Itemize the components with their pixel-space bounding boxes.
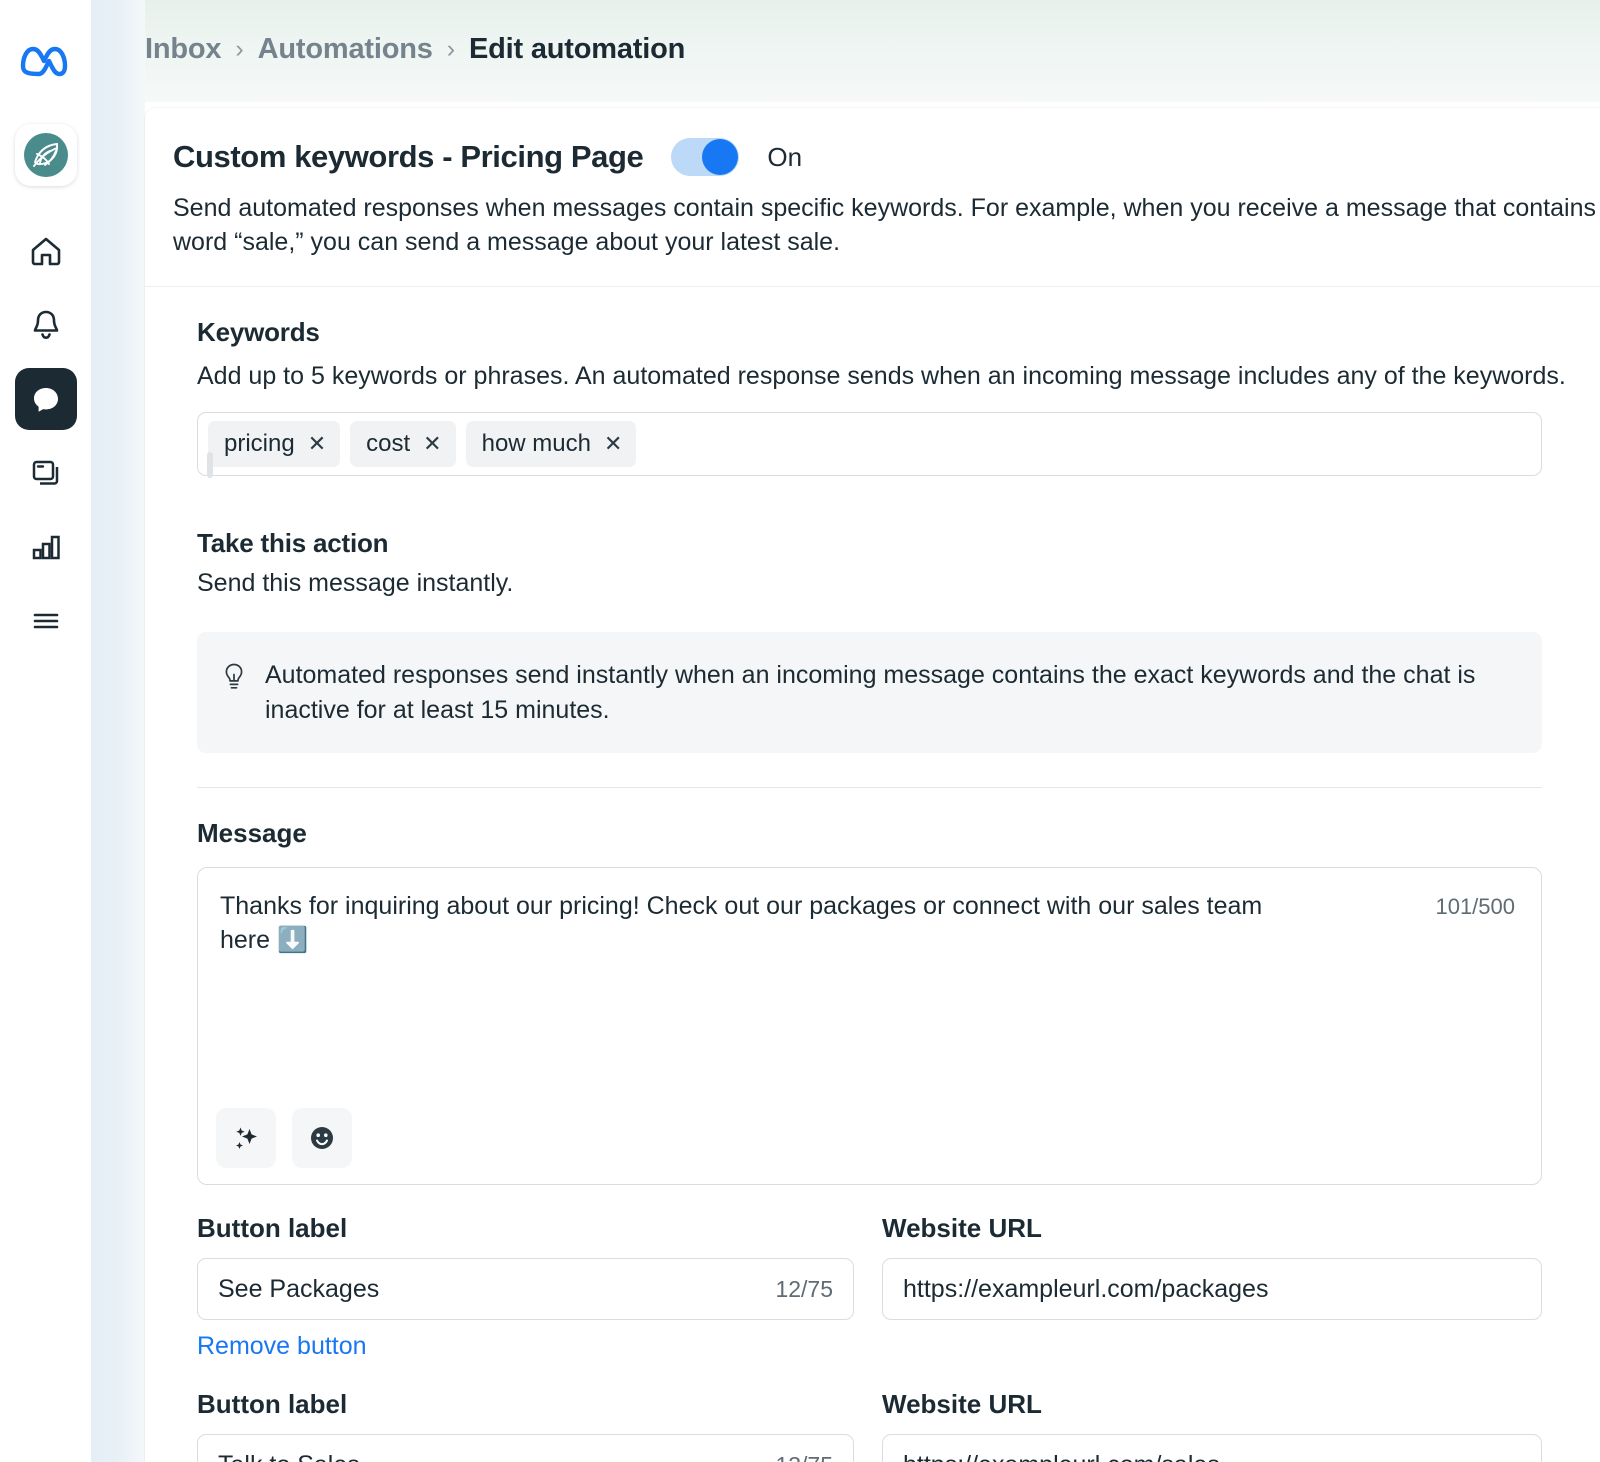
breadcrumb-item-automations[interactable]: Automations	[258, 33, 433, 66]
keyword-chip: how much ✕	[465, 421, 637, 467]
keyword-chip: cost ✕	[350, 421, 456, 467]
emoji-smiley-icon	[311, 1127, 333, 1149]
website-url-value: https://exampleurl.com/packages	[903, 1274, 1269, 1303]
sidebar-item-posts[interactable]	[15, 442, 77, 504]
keyword-chip-label: cost	[366, 430, 411, 457]
message-value: Thanks for inquiring about our pricing! …	[220, 892, 1263, 954]
website-url-field-1: Website URL https://exampleurl.com/packa…	[882, 1213, 1542, 1361]
website-url-value: https://exampleurl.com/sales	[903, 1451, 1521, 1462]
message-textarea[interactable]: Thanks for inquiring about our pricing! …	[197, 867, 1542, 1185]
take-action-subtext: Send this message instantly.	[197, 569, 514, 597]
breadcrumb-separator: ›	[446, 35, 456, 63]
cta-button-row: Button label See Packages 12/75 Remove b…	[197, 1213, 1600, 1361]
remove-keyword-icon[interactable]: ✕	[308, 433, 326, 455]
app-root: Inbox › Automations › Edit automation Cu…	[0, 0, 1600, 1462]
button-label-value: Talk to Sales	[218, 1451, 775, 1462]
sidebar-item-home[interactable]	[15, 220, 77, 282]
breadcrumb: Inbox › Automations › Edit automation	[145, 33, 685, 66]
button-label-counter: 13/75	[775, 1452, 833, 1462]
automation-title-row: Custom keywords - Pricing Page On	[173, 138, 1600, 176]
keyword-chip: pricing ✕	[208, 421, 341, 467]
message-toolbar	[216, 1108, 352, 1168]
ai-sparkles-button[interactable]	[216, 1108, 276, 1168]
breadcrumb-separator: ›	[235, 35, 244, 63]
keywords-section: Keywords Add up to 5 keywords or phrases…	[145, 287, 1600, 499]
keyword-chip-label: how much	[481, 430, 591, 457]
breadcrumb-item-edit-automation: Edit automation	[469, 33, 686, 65]
automation-description: Send automated responses when messages c…	[173, 194, 1596, 256]
website-url-input[interactable]: https://exampleurl.com/packages	[882, 1258, 1542, 1320]
lightbulb-icon	[225, 663, 243, 689]
website-url-field-2: Website URL https://exampleurl.com/sales	[882, 1389, 1542, 1462]
website-url-title: Website URL	[882, 1213, 1042, 1243]
more-menu-icon	[33, 613, 58, 629]
page-avatar[interactable]	[14, 124, 77, 186]
tip-banner: Automated responses send instantly when …	[197, 632, 1542, 753]
posts-icon	[32, 460, 58, 485]
website-url-title: Website URL	[882, 1389, 1042, 1419]
page-gutter	[91, 0, 145, 1462]
button-label-field-1: Button label See Packages 12/75 Remove b…	[197, 1213, 854, 1361]
flow-connector	[207, 452, 213, 478]
message-label: Message	[197, 818, 307, 848]
toggle-state-label: On	[767, 141, 803, 172]
button-label-input[interactable]: See Packages 12/75	[197, 1258, 854, 1320]
message-character-counter: 101/500	[1435, 894, 1515, 919]
keyword-chip-label: pricing	[224, 430, 295, 457]
sidebar-item-insights[interactable]	[15, 516, 77, 578]
button-label-counter: 12/75	[775, 1275, 833, 1302]
keywords-heading: Keywords	[197, 316, 320, 347]
meta-logo[interactable]	[18, 34, 74, 86]
automation-enabled-toggle[interactable]	[671, 138, 740, 176]
page-title: Custom keywords - Pricing Page	[173, 139, 644, 174]
left-nav-rail	[0, 0, 91, 1462]
take-action-heading: Take this action	[197, 528, 389, 558]
insights-bar-chart-icon	[32, 535, 60, 560]
remove-keyword-icon[interactable]: ✕	[423, 433, 441, 455]
remove-keyword-icon[interactable]: ✕	[604, 433, 622, 455]
tip-text: Automated responses send instantly when …	[265, 661, 1476, 724]
remove-button-link[interactable]: Remove button	[197, 1332, 367, 1361]
section-divider	[197, 787, 1542, 788]
cta-button-row: Button label Talk to Sales 13/75 Remove …	[197, 1389, 1600, 1462]
inbox-chat-icon	[33, 388, 58, 412]
sidebar-item-notifications[interactable]	[15, 294, 77, 356]
automation-header: Custom keywords - Pricing Page On Send a…	[145, 108, 1600, 287]
breadcrumb-item-inbox[interactable]: Inbox	[145, 33, 222, 66]
button-label-title: Button label	[197, 1389, 348, 1419]
website-url-input[interactable]: https://exampleurl.com/sales	[882, 1434, 1542, 1462]
notifications-bell-icon	[33, 310, 58, 340]
emoji-picker-button[interactable]	[292, 1108, 352, 1168]
home-icon	[31, 237, 60, 266]
button-label-title: Button label	[197, 1213, 348, 1243]
button-label-field-2: Button label Talk to Sales 13/75 Remove …	[197, 1389, 854, 1462]
sparkles-icon	[236, 1127, 257, 1149]
automation-editor-card: Custom keywords - Pricing Page On Send a…	[145, 108, 1600, 1462]
button-label-value: See Packages	[218, 1274, 380, 1303]
take-action-section: Take this action Send this message insta…	[145, 498, 1600, 1185]
sidebar-item-inbox[interactable]	[14, 368, 77, 430]
keywords-subtext: Add up to 5 keywords or phrases. An auto…	[197, 361, 1566, 390]
toggle-knob	[702, 139, 739, 175]
button-label-input[interactable]: Talk to Sales 13/75	[197, 1434, 854, 1462]
sidebar-item-more[interactable]	[15, 590, 77, 652]
rail-nav-items	[14, 220, 77, 652]
cta-buttons-section: Button label See Packages 12/75 Remove b…	[145, 1213, 1600, 1462]
keywords-input[interactable]: pricing ✕ cost ✕ how much ✕	[197, 412, 1542, 476]
